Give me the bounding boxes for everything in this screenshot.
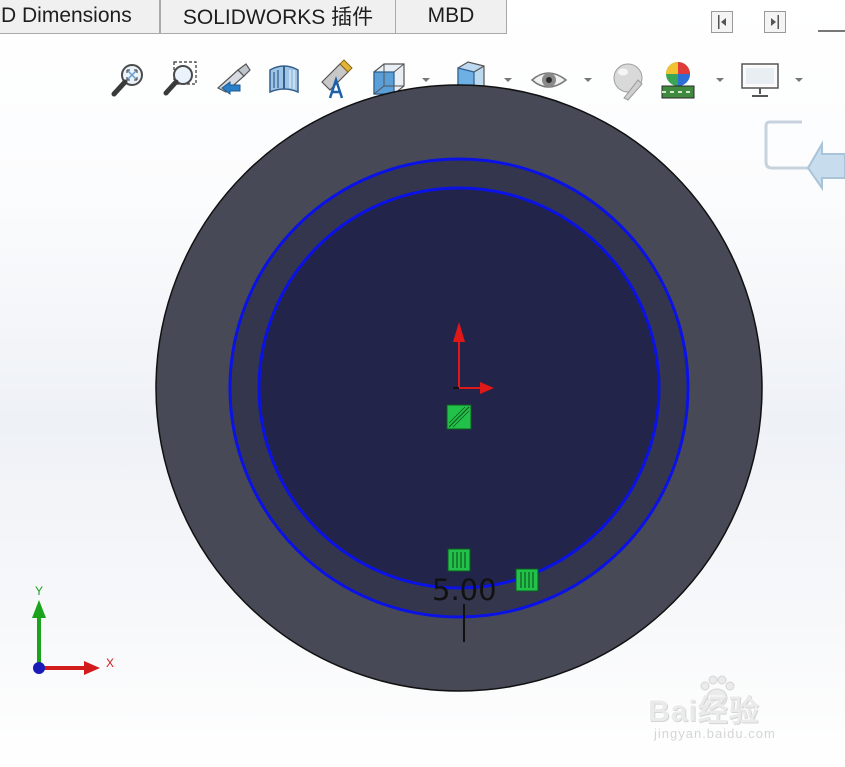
vertical-relation-icon[interactable] [515,568,539,592]
vertical-relation-icon[interactable] [447,548,471,572]
reference-triad: Y X [20,584,130,684]
graphics-area[interactable]: 5.00 Y X Bai经验 jingyan.baidu.com [0,0,845,767]
dimension-value[interactable]: 5.00 [432,573,497,607]
watermark-url: jingyan.baidu.com [654,726,776,741]
baidu-watermark: Bai经验 jingyan.baidu.com [648,672,818,752]
triad-y-label: Y [35,584,44,598]
watermark-text: Bai经验 [648,695,760,728]
triad-x-label: X [106,656,115,670]
coincident-relation-icon[interactable] [446,404,472,430]
